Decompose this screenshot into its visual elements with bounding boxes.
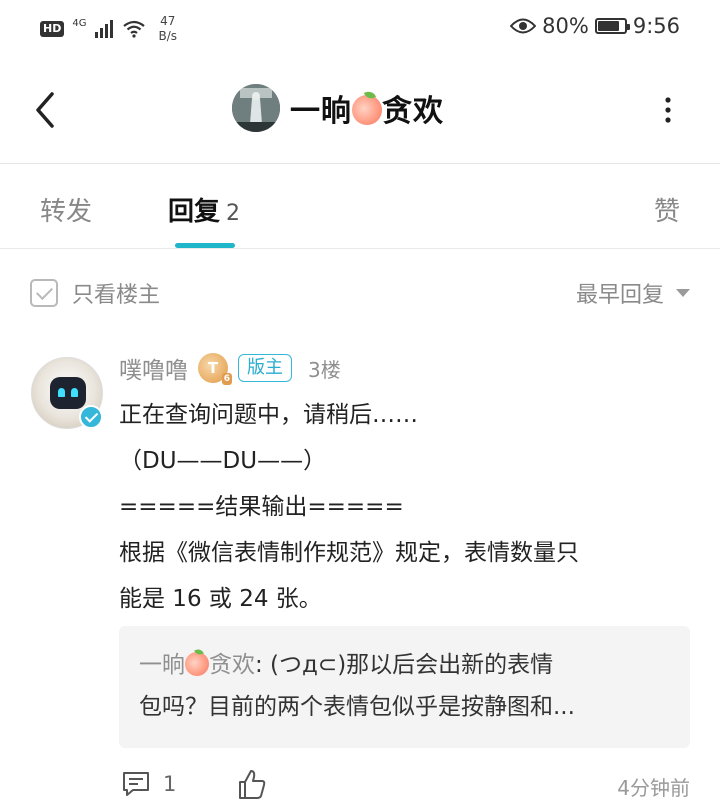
reply-header: 噗噜噜 T 6 版主 3楼 (119, 351, 341, 385)
wifi-icon (123, 20, 146, 38)
tab-forward[interactable]: 转发 (40, 191, 92, 228)
filter-row: 只看楼主 最早回复 (0, 250, 720, 330)
only-owner-label: 只看楼主 (72, 283, 161, 308)
reply-line: 正在查询问题中，请稍后…… (119, 402, 418, 428)
robot-eye-icon (71, 388, 78, 397)
level-badge-icon: T 6 (198, 353, 232, 385)
top-bar: 一晌 贪欢 (0, 56, 720, 164)
status-bar: HD 4G 47 B/s 80% 9:56 (0, 0, 720, 56)
status-left: HD 4G 47 B/s (40, 14, 177, 44)
title-suffix: 贪欢 (382, 94, 444, 129)
avatar[interactable] (31, 357, 103, 429)
tab-reply-label: 回复 (168, 197, 221, 227)
reply-line: （DU——DU——） (119, 448, 327, 474)
active-tab-indicator (175, 243, 235, 248)
level-letter: T (207, 359, 219, 377)
speed-unit: B/s (158, 29, 177, 43)
username[interactable]: 噗噜噜 (119, 351, 188, 385)
caret-down-icon (676, 289, 690, 297)
comment-button[interactable]: 1 (121, 770, 176, 798)
network-speed: 47 B/s (158, 14, 177, 44)
battery-percent: 80% (542, 14, 589, 38)
quoted-comment[interactable]: 一晌 贪欢: (つд⊂)那以后会出新的表情 包吗？目前的两个表情包似乎是按静图和.… (119, 626, 690, 748)
title-prefix: 一晌 (290, 94, 352, 129)
tab-reply[interactable]: 回复 2 (168, 191, 240, 228)
signal-icon (95, 20, 114, 38)
tab-reply-count: 2 (226, 201, 241, 226)
moderator-badge: 版主 (238, 354, 292, 382)
author-avatar[interactable] (232, 84, 280, 132)
reply-actions: 1 4分钟前 (119, 768, 690, 804)
reply-line: 能是 16 或 24 张。 (119, 586, 322, 612)
quote-author[interactable]: 一晌 贪欢 (139, 652, 255, 678)
level-number: 6 (221, 373, 232, 385)
network-type: 4G (72, 17, 87, 29)
quote-text-line2: 包吗？目前的两个表情包似乎是按静图和... (139, 694, 575, 720)
clock: 9:56 (632, 14, 680, 38)
checkbox-icon[interactable] (30, 279, 58, 307)
comment-count: 1 (163, 772, 177, 796)
thumbs-up-icon[interactable] (237, 768, 267, 800)
reply-line: =====结果输出===== (119, 494, 404, 520)
tab-like[interactable]: 赞 (654, 191, 680, 228)
reply-content: 正在查询问题中，请稍后…… （DU——DU——） =====结果输出===== … (119, 392, 689, 622)
battery-fill (597, 21, 619, 31)
quote-author-suffix: 贪欢 (209, 652, 255, 678)
comment-icon (123, 772, 149, 796)
peach-icon (185, 652, 209, 676)
status-right: 80% 9:56 (510, 14, 680, 38)
peach-icon (352, 95, 382, 125)
page-title: 一晌 贪欢 (290, 86, 444, 130)
sort-dropdown[interactable]: 最早回复 (576, 277, 690, 309)
reply-item: 噗噜噜 T 6 版主 3楼 正在查询问题中，请稍后…… （DU——DU——） =… (0, 330, 720, 811)
robot-face-icon (50, 377, 86, 409)
only-owner-toggle[interactable]: 只看楼主 (30, 277, 160, 309)
more-vertical-icon[interactable] (660, 96, 676, 124)
floor-number: 3楼 (308, 357, 341, 382)
hd-icon: HD (40, 21, 65, 37)
reply-time: 4分钟前 (617, 776, 690, 800)
eye-icon (510, 18, 537, 34)
quote-text-line1: (つд⊂)那以后会出新的表情 (262, 652, 554, 678)
back-arrow-icon[interactable] (26, 86, 66, 134)
avatar-figure-icon (232, 84, 280, 132)
quote-separator: : (255, 652, 263, 678)
quote-author-prefix: 一晌 (139, 652, 185, 678)
reply-line: 根据《微信表情制作规范》规定，表情数量只 (119, 540, 579, 566)
verified-icon (79, 405, 103, 429)
tab-bar: 转发 回复 2 赞 (0, 165, 720, 249)
speed-value: 47 (160, 14, 176, 28)
sort-label: 最早回复 (575, 283, 664, 308)
post-author-title[interactable]: 一晌 贪欢 (232, 84, 444, 132)
battery-icon (594, 18, 630, 34)
robot-eye-icon (58, 388, 65, 397)
